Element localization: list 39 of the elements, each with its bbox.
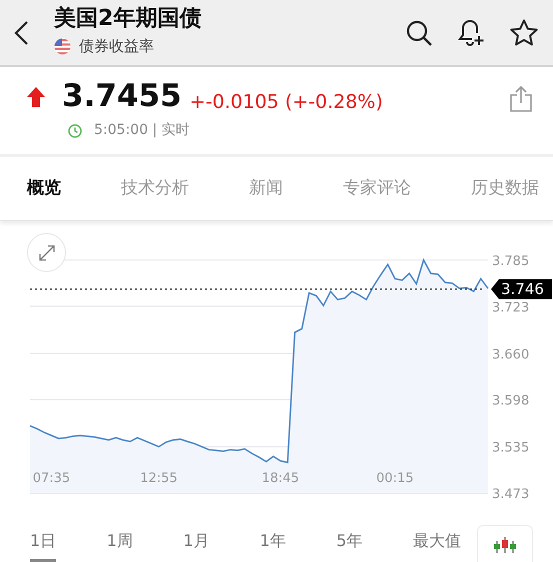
back-button[interactable] (14, 20, 30, 46)
axis-label: 12:55 (140, 471, 178, 486)
share-button[interactable] (509, 85, 533, 113)
chart-type-button[interactable] (477, 525, 533, 562)
tab[interactable]: 新闻 (249, 176, 283, 202)
reference-line: 3.746 (30, 279, 552, 300)
expand-button[interactable] (27, 233, 66, 272)
update-time: 5:05:00 | 实时 (94, 121, 190, 140)
axis-label: 3.535 (492, 440, 530, 456)
ref-line-label: 3.746 (501, 280, 544, 298)
axis-label: 3.785 (492, 254, 530, 269)
add-alert-button[interactable] (457, 18, 485, 48)
axis-label: 3.473 (492, 487, 530, 501)
axis-label: 18:45 (262, 471, 300, 486)
flag-icon (54, 38, 71, 56)
axis-label: 3.598 (492, 394, 530, 409)
tab[interactable]: 历史数据 (471, 176, 539, 202)
range-tab[interactable]: 5年 (336, 529, 363, 562)
clock-icon (68, 124, 82, 138)
range-tab[interactable]: 1日 (30, 529, 56, 562)
price-change: +-0.0105 (+-0.28%) (190, 93, 383, 112)
tab[interactable]: 专家评论 (343, 176, 411, 202)
up-arrow-icon (26, 86, 46, 108)
favorite-button[interactable] (509, 18, 539, 48)
range-tab[interactable]: 最大值 (412, 529, 461, 562)
price-value: 3.7455 (62, 81, 182, 112)
axis-label: 3.723 (492, 300, 530, 316)
range-tab[interactable]: 1月 (183, 529, 210, 562)
page-title: 美国2年期国债 (54, 7, 202, 32)
tab[interactable]: 概览 (27, 176, 61, 202)
axis-label: 00:15 (376, 471, 414, 486)
axis-label: 3.660 (492, 347, 530, 362)
subtitle: 债券收益率 (79, 36, 154, 58)
range-tab[interactable]: 1周 (106, 529, 133, 562)
search-button[interactable] (405, 18, 433, 46)
tab[interactable]: 技术分析 (121, 176, 189, 202)
expand-icon (36, 242, 56, 262)
range-tab[interactable]: 1年 (260, 529, 286, 562)
axis-label: 07:35 (32, 471, 70, 486)
